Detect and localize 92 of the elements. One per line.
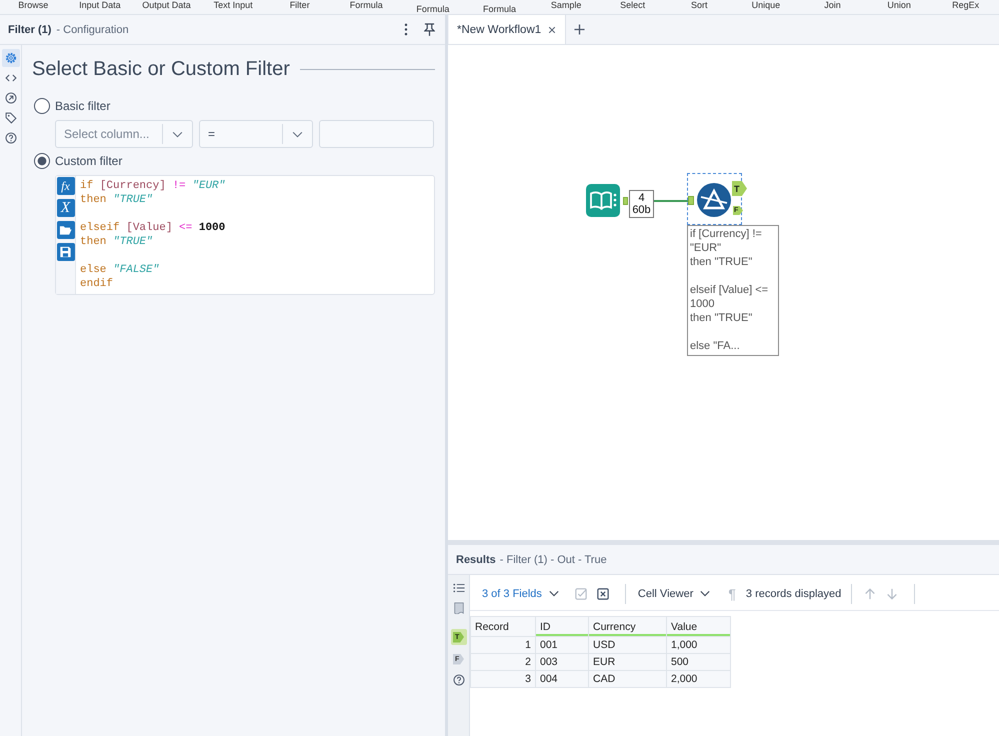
workflow-tab[interactable]: *New Workflow1 (449, 15, 566, 44)
sheet-icon[interactable] (452, 602, 464, 614)
annotation-text: "EUR" (690, 241, 722, 255)
code-line: then "TRUE" (80, 235, 154, 249)
panel-subtitle: - Configuration (56, 24, 129, 36)
results-subtitle: - Filter (1) - Out - True (500, 554, 607, 566)
formula-editor[interactable]: fx X if [Currency] != "EUR" then "TRUE" elseif [Value] <= 1000 then "TRUE" else "FALSE" endif (55, 175, 435, 295)
annotation-text: then "TRUE" (690, 311, 754, 325)
tool-label[interactable]: Sample (550, 0, 582, 10)
annotation-text: else "FA... (690, 339, 741, 353)
gear-icon (4, 52, 16, 64)
column-select[interactable]: Select column... (55, 120, 193, 148)
data-size: 60b (632, 204, 651, 216)
chevron-down-icon (700, 590, 710, 597)
tool-label[interactable]: Output Data (142, 0, 191, 10)
table-cell: 004 (536, 670, 588, 688)
tool-label[interactable]: Sort (691, 0, 708, 10)
tool-label[interactable]: Formula (350, 0, 383, 10)
variable-button[interactable]: X (56, 199, 74, 217)
section-title: Select Basic or Custom Filter (32, 57, 290, 81)
folder-icon (59, 224, 72, 236)
tool-label[interactable]: Filter (290, 0, 310, 10)
annotation-text: 1000 (690, 297, 716, 311)
operator-select[interactable]: = (199, 120, 313, 148)
column-header[interactable]: Record (470, 616, 536, 636)
function-button[interactable]: fx (56, 177, 74, 195)
list-icon[interactable] (452, 582, 464, 594)
table-cell: 1,000 (666, 636, 730, 654)
annotation-text: elseif [Value] <= (690, 283, 770, 297)
code-line: else "FALSE" (80, 263, 160, 277)
panel-title: Filter (1) (8, 24, 52, 36)
floppy-icon (59, 246, 72, 258)
value-field[interactable] (319, 120, 434, 148)
tool-label[interactable]: Text Input (214, 0, 253, 10)
table-cell: CAD (588, 670, 666, 688)
close-icon[interactable] (548, 26, 556, 34)
tool-label[interactable]: Join (824, 0, 841, 10)
plus-icon[interactable] (574, 24, 585, 35)
tool-label[interactable]: Union (887, 0, 911, 10)
help-icon[interactable] (452, 674, 464, 686)
arrow-circle-icon (4, 92, 16, 104)
chevron-down-icon (172, 130, 183, 138)
column-header[interactable]: ID (536, 616, 588, 636)
code-icon (4, 72, 16, 84)
annotation-text: if [Currency] != (690, 227, 763, 241)
table-cell: USD (588, 636, 666, 654)
annotation-text: then "TRUE" (690, 255, 754, 269)
table-cell: 3 (470, 670, 536, 688)
table-cell: 2,000 (666, 670, 730, 688)
table-cell: 1 (470, 636, 536, 654)
table-cell: 2 (470, 654, 536, 670)
code-line: if [Currency] != "EUR" (80, 179, 226, 193)
tool-label[interactable]: Input Data (79, 0, 121, 10)
option-label[interactable]: Custom filter (55, 154, 122, 168)
tag-icon (4, 112, 16, 124)
code-line: elseif [Value] <= 1000 (80, 221, 226, 235)
more-icon[interactable] (404, 23, 408, 36)
tool-label[interactable]: Select (620, 0, 646, 10)
column-header[interactable]: Value (666, 616, 730, 636)
results-title: Results (456, 554, 496, 566)
code-line: endif (80, 277, 114, 291)
table-cell: 500 (666, 654, 730, 670)
input-anchor[interactable] (688, 196, 694, 205)
radio-button[interactable] (34, 98, 50, 114)
table-cell: 003 (536, 654, 588, 670)
save-button[interactable] (56, 243, 74, 261)
tab-label[interactable]: *New Workflow1 (457, 24, 542, 36)
tool-label[interactable]: RegEx (952, 0, 980, 10)
tool-label[interactable]: Formula (416, 4, 450, 14)
tool-label[interactable]: Unique (752, 0, 780, 10)
output-anchor[interactable]: T (732, 181, 747, 196)
viewer-dropdown[interactable]: Cell Viewer (638, 588, 710, 600)
tool-label[interactable]: Browse (18, 0, 48, 10)
record-count: 4 (638, 192, 645, 204)
sidebar-tab[interactable] (2, 49, 20, 67)
table-cell: EUR (588, 654, 666, 670)
connection-line (654, 200, 688, 202)
fields-dropdown[interactable]: 3 of 3 Fields (482, 588, 559, 600)
tool-label[interactable]: Formula (482, 4, 516, 14)
code-line: then "TRUE" (80, 193, 154, 207)
open-button[interactable] (56, 221, 74, 239)
table-cell: 001 (536, 636, 588, 654)
column-header[interactable]: Currency (588, 616, 666, 636)
record-count-label: 3 records displayed (746, 588, 842, 600)
radio-button[interactable] (34, 153, 50, 169)
help-icon (4, 132, 16, 144)
chevron-down-icon (548, 590, 559, 597)
pin-icon[interactable] (424, 23, 435, 36)
chevron-down-icon (292, 130, 303, 138)
book-icon[interactable] (586, 184, 620, 217)
option-label[interactable]: Basic filter (55, 99, 110, 113)
x-square-icon[interactable] (596, 588, 609, 600)
